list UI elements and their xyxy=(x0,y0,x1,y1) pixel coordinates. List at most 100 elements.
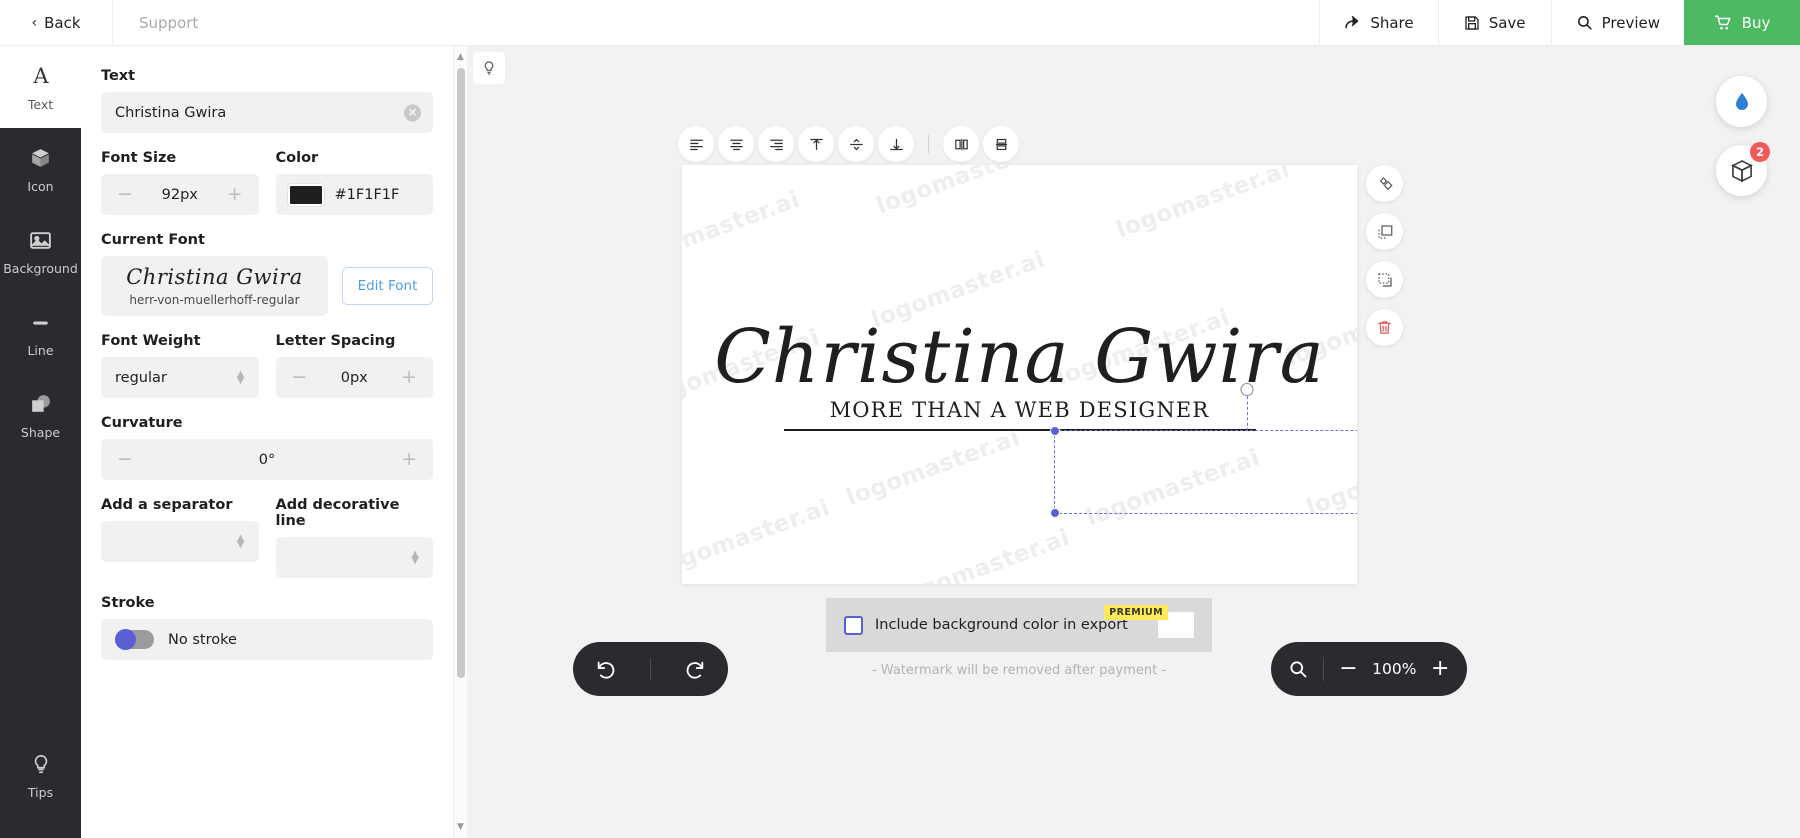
watermark: logomaster.ai xyxy=(682,186,804,274)
font-size-group: Font Size − 92px + xyxy=(101,150,259,215)
bring-forward-button[interactable] xyxy=(1366,213,1403,250)
cube-icon xyxy=(28,144,53,172)
align-center-button[interactable] xyxy=(718,126,754,162)
delete-button[interactable] xyxy=(1366,309,1403,346)
send-backward-button[interactable] xyxy=(1366,261,1403,298)
watermark: logomaster.ai xyxy=(682,494,834,582)
clear-text-icon[interactable]: ✕ xyxy=(404,104,421,121)
edit-font-button[interactable]: Edit Font xyxy=(342,267,433,306)
stroke-toggle-label: No stroke xyxy=(168,631,237,648)
mockups-button[interactable]: 2 xyxy=(1716,142,1770,196)
scroll-down-icon[interactable]: ▼ xyxy=(457,822,464,832)
top-bar-spacer xyxy=(224,0,1319,45)
buy-label: Buy xyxy=(1741,13,1771,32)
align-top-button[interactable] xyxy=(798,126,834,162)
font-size-stepper[interactable]: − 92px + xyxy=(101,174,259,215)
duplicate-icon xyxy=(1379,176,1393,190)
premium-badge: PREMIUM xyxy=(1104,605,1168,620)
watermark: logomaster.ai xyxy=(1113,165,1294,244)
zoom-search-button[interactable] xyxy=(1285,654,1311,684)
redo-button[interactable] xyxy=(672,646,718,692)
curvature-stepper[interactable]: − 0° + xyxy=(101,439,433,481)
shape-icon xyxy=(28,390,53,418)
color-label: Color xyxy=(275,150,319,166)
support-link[interactable]: Support xyxy=(113,0,224,45)
sidebar-item-icon[interactable]: Icon xyxy=(0,128,81,210)
scroll-up-icon[interactable]: ▲ xyxy=(457,52,464,62)
preview-button[interactable]: Preview xyxy=(1550,0,1684,45)
color-palette-button[interactable] xyxy=(1716,76,1767,127)
align-right-button[interactable] xyxy=(758,126,794,162)
sidebar-item-tips[interactable]: Tips xyxy=(0,734,81,816)
cart-icon xyxy=(1714,14,1732,32)
distribute-vertical-icon xyxy=(995,138,1007,150)
zoom-in-button[interactable]: + xyxy=(1427,654,1453,684)
font-weight-select[interactable]: regular ▲ ▼ xyxy=(101,357,259,399)
share-icon xyxy=(1344,14,1361,31)
back-label: Back xyxy=(44,13,81,32)
align-middle-button[interactable] xyxy=(838,126,874,162)
align-left-button[interactable] xyxy=(678,126,714,162)
panel-scrollbar[interactable]: ▲ ▼ xyxy=(453,46,467,838)
logo-canvas[interactable]: logomaster.ai logomaster.ai logomaster.a… xyxy=(682,165,1357,584)
chevron-updown-icon: ▲ ▼ xyxy=(236,532,245,550)
size-color-row: Font Size − 92px + Color #1F1F1F xyxy=(101,150,433,232)
font-weight-group: Font Weight regular ▲ ▼ xyxy=(101,333,259,399)
zoom-out-button[interactable]: − xyxy=(1336,654,1362,684)
chevron-left-icon: ‹ xyxy=(31,14,38,31)
sidebar-item-background[interactable]: Background xyxy=(0,210,81,292)
font-size-decrease-button[interactable]: − xyxy=(117,185,133,204)
stroke-label: Stroke xyxy=(101,595,155,612)
letter-spacing-decrease-button[interactable]: − xyxy=(292,368,308,387)
curvature-decrease-button[interactable]: − xyxy=(117,450,133,469)
font-size-increase-button[interactable]: + xyxy=(227,185,243,204)
curvature-increase-button[interactable]: + xyxy=(401,450,417,469)
share-button[interactable]: Share xyxy=(1319,0,1437,45)
align-center-icon xyxy=(729,139,743,150)
back-button[interactable]: ‹ Back xyxy=(0,0,113,45)
letter-spacing-value: 0px xyxy=(340,369,368,386)
distribute-vertical-button[interactable] xyxy=(983,126,1019,162)
align-right-icon xyxy=(769,139,783,150)
stroke-toggle-row[interactable]: No stroke xyxy=(101,619,433,661)
logo-text-group[interactable]: Christina Gwira MORE THAN A WEB DESIGNER xyxy=(714,320,1325,422)
bring-forward-icon xyxy=(1377,224,1392,239)
distribute-horizontal-button[interactable] xyxy=(943,126,979,162)
sidebar-item-label: Shape xyxy=(20,425,61,440)
sidebar-item-shape[interactable]: Shape xyxy=(0,374,81,456)
magnifier-icon xyxy=(1290,661,1307,678)
color-picker[interactable]: #1F1F1F xyxy=(275,174,433,215)
color-swatch[interactable] xyxy=(286,182,325,207)
include-background-bar: Include background color in export PREMI… xyxy=(826,598,1212,652)
font-preview[interactable]: Christina Gwira herr-von-muellerhoff-reg… xyxy=(101,256,328,317)
buy-button[interactable]: Buy xyxy=(1684,0,1800,45)
alignment-toolbar xyxy=(678,126,1019,162)
sidebar-item-label: Tips xyxy=(27,785,54,800)
duplicate-button[interactable] xyxy=(1366,165,1403,202)
top-bar: ‹ Back Support Share Save Preview Buy xyxy=(0,0,1800,46)
canvas-workspace: logomaster.ai logomaster.ai logomaster.a… xyxy=(467,46,1800,838)
decorative-line-select[interactable]: ▲ ▼ xyxy=(275,537,433,579)
include-background-checkbox[interactable] xyxy=(844,615,863,635)
tips-bulb-button[interactable] xyxy=(473,52,505,84)
align-bottom-icon xyxy=(889,138,903,150)
letter-spacing-stepper[interactable]: − 0px + xyxy=(275,357,433,399)
sidebar-item-text[interactable]: A Text xyxy=(0,46,81,128)
scrollbar-thumb[interactable] xyxy=(457,68,465,678)
save-button[interactable]: Save xyxy=(1437,0,1551,45)
save-label: Save xyxy=(1488,13,1526,32)
sidebar-item-line[interactable]: Line xyxy=(0,292,81,374)
separator-select[interactable]: ▲ ▼ xyxy=(101,521,259,563)
logo-editor-app: ‹ Back Support Share Save Preview Buy A … xyxy=(0,0,1800,838)
color-drop-icon xyxy=(1735,92,1748,110)
align-bottom-button[interactable] xyxy=(878,126,914,162)
resize-handle-bl[interactable] xyxy=(1050,508,1060,518)
text-properties-panel: Text Christina Gwira ✕ Font Size − 92px … xyxy=(81,46,453,838)
undo-button[interactable] xyxy=(583,646,629,692)
text-input[interactable]: Christina Gwira ✕ xyxy=(101,92,433,133)
resize-handle-tl[interactable] xyxy=(1050,426,1060,436)
stroke-toggle[interactable] xyxy=(115,629,154,651)
text-input-value: Christina Gwira xyxy=(115,104,227,121)
letter-spacing-group: Letter Spacing − 0px + xyxy=(275,333,433,399)
letter-spacing-increase-button[interactable]: + xyxy=(401,368,417,387)
